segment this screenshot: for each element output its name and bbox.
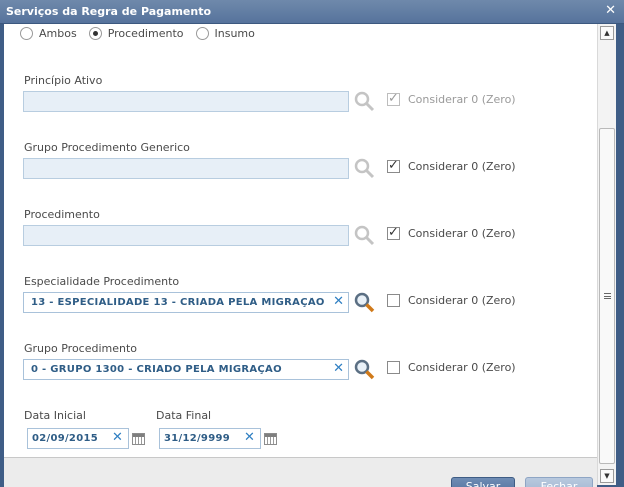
data-inicial-label: Data Inicial xyxy=(24,409,86,422)
especialidade-procedimento-value: 13 - ESPECIALIDADE 13 - CRIADA PELA MIGR… xyxy=(31,297,325,308)
procedimento-considerar-label: Considerar 0 (Zero) xyxy=(408,227,516,240)
grupo-procedimento-generico-considerar-checkbox[interactable] xyxy=(387,158,400,173)
grupo-procedimento-generico-considerar-label: Considerar 0 (Zero) xyxy=(408,160,516,173)
especialidade-procedimento-considerar-label: Considerar 0 (Zero) xyxy=(408,294,516,307)
search-icon[interactable] xyxy=(353,291,375,313)
close-icon[interactable]: ✕ xyxy=(605,3,616,18)
search-icon[interactable] xyxy=(353,157,375,179)
data-inicial-input[interactable]: 02/09/2015 ✕ xyxy=(27,428,129,449)
grupo-procedimento-value: 0 - GRUPO 1300 - CRIADO PELA MIGRAÇÃO xyxy=(31,364,282,375)
grupo-procedimento-considerar-checkbox[interactable] xyxy=(387,361,400,374)
grupo-procedimento-input[interactable]: 0 - GRUPO 1300 - CRIADO PELA MIGRAÇÃO ✕ xyxy=(23,359,349,380)
radio-insumo[interactable] xyxy=(195,27,209,40)
radio-ambos[interactable] xyxy=(20,27,33,40)
dialog-footer: Salvar Fechar xyxy=(4,457,597,487)
search-icon[interactable] xyxy=(353,358,375,380)
search-icon[interactable] xyxy=(353,224,375,246)
calendar-icon[interactable] xyxy=(132,433,145,445)
data-final-input[interactable]: 31/12/9999 ✕ xyxy=(159,428,261,449)
dialog-title: Serviços da Regra de Pagamento xyxy=(6,5,212,18)
clear-icon[interactable]: ✕ xyxy=(112,430,123,445)
procedimento-label: Procedimento xyxy=(24,208,100,221)
dialog-window: Serviços da Regra de Pagamento ✕ Ambos P… xyxy=(0,0,624,487)
grupo-procedimento-generico-input[interactable] xyxy=(23,158,349,179)
grupo-procedimento-generico-label: Grupo Procedimento Generico xyxy=(24,141,190,154)
especialidade-procedimento-considerar-checkbox[interactable] xyxy=(387,294,400,307)
especialidade-procedimento-label: Especialidade Procedimento xyxy=(24,275,180,288)
grupo-procedimento-generico-considerar: Considerar 0 (Zero) xyxy=(387,158,516,173)
scrollbar-thumb[interactable] xyxy=(599,128,615,464)
data-final-label: Data Final xyxy=(156,409,212,422)
save-button[interactable]: Salvar xyxy=(451,477,515,487)
principio-ativo-label: Princípio Ativo xyxy=(24,74,103,87)
calendar-icon[interactable] xyxy=(264,433,277,445)
clear-icon[interactable]: ✕ xyxy=(244,430,255,445)
principio-ativo-input[interactable] xyxy=(23,91,349,112)
radio-procedimento[interactable] xyxy=(88,27,102,40)
radio-procedimento-label: Procedimento xyxy=(107,27,184,40)
search-icon[interactable] xyxy=(353,90,375,112)
data-final-value: 31/12/9999 xyxy=(164,433,230,444)
procedimento-input[interactable] xyxy=(23,225,349,246)
grupo-procedimento-considerar: Considerar 0 (Zero) xyxy=(387,361,516,374)
radio-insumo-label: Insumo xyxy=(214,27,255,40)
close-button[interactable]: Fechar xyxy=(525,477,593,487)
radio-ambos-label: Ambos xyxy=(39,27,77,40)
dialog-content: Ambos Procedimento Insumo Princípio Ativ… xyxy=(4,24,616,457)
grip-icon xyxy=(604,293,611,299)
principio-ativo-considerar-label: Considerar 0 (Zero) xyxy=(408,93,516,106)
grupo-procedimento-label: Grupo Procedimento xyxy=(24,342,138,355)
principio-ativo-considerar: Considerar 0 (Zero) xyxy=(387,91,516,106)
scroll-up-icon[interactable]: ▲ xyxy=(600,26,614,40)
procedimento-considerar: Considerar 0 (Zero) xyxy=(387,225,516,240)
clear-icon[interactable]: ✕ xyxy=(333,361,344,376)
clear-icon[interactable]: ✕ xyxy=(333,294,344,309)
vertical-scrollbar[interactable]: ▲ ▼ xyxy=(597,24,616,485)
dialog-titlebar[interactable]: Serviços da Regra de Pagamento ✕ xyxy=(0,0,624,24)
data-inicial-value: 02/09/2015 xyxy=(32,433,98,444)
type-radio-group: Ambos Procedimento Insumo xyxy=(20,27,267,40)
grupo-procedimento-considerar-label: Considerar 0 (Zero) xyxy=(408,361,516,374)
procedimento-considerar-checkbox[interactable] xyxy=(387,225,400,240)
especialidade-procedimento-input[interactable]: 13 - ESPECIALIDADE 13 - CRIADA PELA MIGR… xyxy=(23,292,349,313)
principio-ativo-considerar-checkbox[interactable] xyxy=(387,91,400,106)
scroll-down-icon[interactable]: ▼ xyxy=(600,469,614,483)
especialidade-procedimento-considerar: Considerar 0 (Zero) xyxy=(387,294,516,307)
